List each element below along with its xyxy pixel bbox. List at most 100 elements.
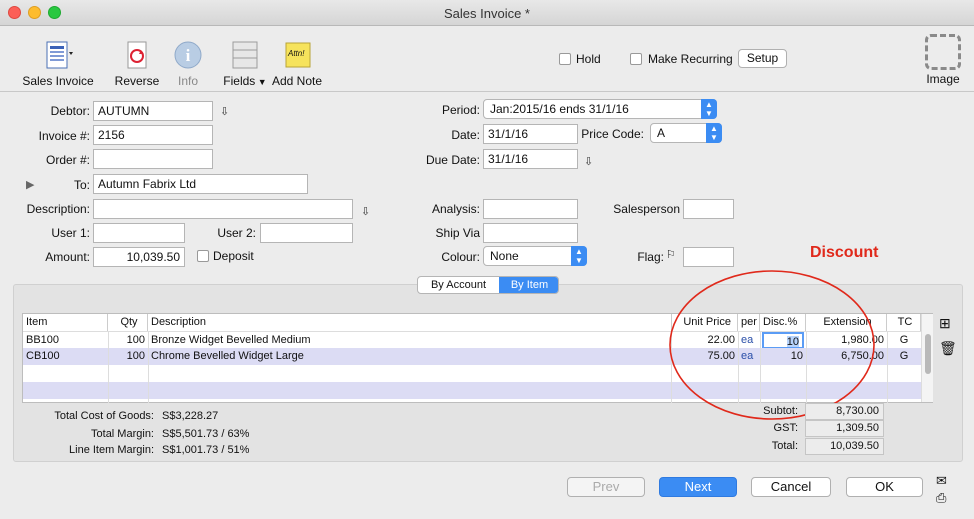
reverse-icon	[122, 40, 152, 70]
user2-field[interactable]	[260, 223, 353, 243]
price-code-label: Price Code:	[581, 127, 644, 141]
updown-arrows-icon: ▲ ▼	[706, 123, 722, 143]
updown-arrows-icon: ▲ ▼	[571, 246, 587, 266]
price-code-value: A	[657, 126, 666, 140]
cell-item: CB100	[26, 350, 60, 362]
flag-label: Flag:	[637, 250, 664, 264]
colour-label: Colour:	[441, 250, 480, 264]
column-header-item[interactable]: Item	[23, 314, 108, 331]
total-margin-value: S$5,501.73 / 63%	[162, 428, 250, 440]
column-header-description[interactable]: Description	[148, 314, 672, 331]
total-value: 10,039.50	[805, 438, 884, 455]
description-field[interactable]	[93, 199, 353, 219]
add-line-icon[interactable]: ⊞	[939, 315, 951, 332]
toolbar: Sales Invoice Reverse i Info Fields ▼ At…	[0, 26, 974, 92]
cell-description: Chrome Bevelled Widget Large	[151, 350, 304, 362]
period-select[interactable]: Jan:2015/16 ends 31/1/16 ▲ ▼	[483, 99, 717, 119]
deposit-checkbox[interactable]	[197, 250, 209, 262]
deposit-label: Deposit	[213, 249, 254, 263]
user1-field[interactable]	[93, 223, 185, 243]
debtor-field[interactable]: AUTUMN	[93, 101, 213, 121]
amount-label: Amount:	[45, 250, 90, 264]
tab-by-item[interactable]: By Item	[499, 277, 558, 293]
total-margin-label: Total Margin:	[91, 428, 154, 440]
image-label: Image	[926, 72, 960, 86]
title-bar: Sales Invoice *	[0, 0, 974, 26]
setup-button[interactable]: Setup	[738, 49, 787, 68]
make-recurring-label: Make Recurring	[648, 52, 733, 66]
colour-select[interactable]: None ▲ ▼	[483, 246, 587, 266]
tab-by-account[interactable]: By Account	[418, 277, 499, 293]
due-date-label: Due Date:	[425, 153, 480, 167]
hold-label: Hold	[576, 52, 601, 66]
flag-field[interactable]	[683, 247, 734, 267]
debtor-lookup-icon[interactable]: ⇩	[220, 105, 229, 118]
info-label: Info	[177, 74, 198, 88]
invoice-number-label: Invoice #:	[38, 129, 90, 143]
date-field[interactable]: 31/1/16	[483, 124, 578, 144]
prev-button[interactable]: Prev	[567, 477, 645, 497]
window-title: Sales Invoice *	[444, 6, 530, 21]
cancel-button[interactable]: Cancel	[751, 477, 831, 497]
hold-checkbox[interactable]	[559, 53, 571, 65]
order-number-field[interactable]	[93, 149, 213, 169]
sticky-note-icon: Attn!	[282, 40, 312, 70]
add-note-button[interactable]: Attn! Add Note	[270, 40, 324, 88]
vertical-scrollbar[interactable]	[921, 314, 933, 402]
analysis-label: Analysis:	[431, 202, 480, 216]
image-button[interactable]: Image	[922, 34, 964, 86]
line-item-margin-value: S$1,001.73 / 51%	[162, 444, 250, 456]
note-icon-text: Attn!	[288, 49, 305, 58]
column-divider	[887, 331, 888, 403]
cell-qty: 100	[126, 334, 145, 346]
discount-highlight-circle	[669, 270, 875, 420]
invoice-number-field[interactable]: 2156	[93, 125, 213, 145]
to-label: To:	[73, 178, 90, 192]
description-lookup-icon[interactable]: ⇩	[361, 205, 370, 218]
analysis-field[interactable]	[483, 199, 578, 219]
due-date-field[interactable]: 31/1/16	[483, 149, 578, 169]
total-cost-label: Total Cost of Goods:	[54, 410, 154, 422]
gst-label: GST:	[773, 422, 798, 434]
next-button[interactable]: Next	[659, 477, 737, 497]
amount-field[interactable]: 10,039.50	[93, 247, 185, 267]
to-field[interactable]: Autumn Fabrix Ltd	[93, 174, 308, 194]
salesperson-field[interactable]	[683, 199, 734, 219]
date-label: Date:	[451, 128, 480, 142]
price-code-select[interactable]: A ▲ ▼	[650, 123, 722, 143]
scrollbar-thumb[interactable]	[925, 334, 931, 374]
reverse-label: Reverse	[114, 74, 160, 88]
ok-button[interactable]: OK	[846, 477, 923, 497]
add-note-label: Add Note	[271, 74, 323, 88]
updown-arrows-icon: ▲ ▼	[701, 99, 717, 119]
email-icon[interactable]: ✉	[936, 473, 947, 489]
flag-icon: ⚐	[666, 249, 676, 261]
column-header-tc[interactable]: TC	[887, 314, 921, 331]
salesperson-label: Salesperson	[613, 202, 680, 216]
description-label: Description:	[26, 202, 90, 216]
total-cost-value: S$3,228.27	[162, 410, 219, 422]
invoice-document-icon	[43, 40, 73, 70]
debtor-label: Debtor:	[50, 104, 90, 118]
fields-icon	[230, 40, 260, 70]
fields-button[interactable]: Fields ▼	[222, 40, 268, 88]
chevron-down-icon: ▼	[255, 77, 267, 87]
print-icon[interactable]: ⎙	[936, 490, 946, 506]
delete-line-icon[interactable]: 🗑	[939, 340, 957, 357]
cell-tc: G	[899, 350, 909, 362]
column-header-qty[interactable]: Qty	[108, 314, 148, 331]
ship-via-field[interactable]	[483, 223, 578, 243]
sales-invoice-button[interactable]: Sales Invoice	[20, 40, 96, 88]
view-segmented-control: By Account By Item	[417, 276, 559, 294]
cell-qty: 100	[126, 350, 145, 362]
cell-tc: G	[899, 334, 909, 346]
info-button[interactable]: i Info	[170, 40, 206, 88]
reverse-button[interactable]: Reverse	[112, 40, 162, 88]
make-recurring-checkbox[interactable]	[630, 53, 642, 65]
due-date-lookup-icon[interactable]: ⇩	[584, 155, 593, 168]
subtotal-value: 8,730.00	[805, 403, 884, 420]
discount-annotation: Discount	[810, 244, 879, 261]
gst-value: 1,309.50	[805, 420, 884, 437]
order-number-label: Order #:	[45, 153, 90, 167]
period-value: Jan:2015/16 ends 31/1/16	[490, 102, 629, 116]
